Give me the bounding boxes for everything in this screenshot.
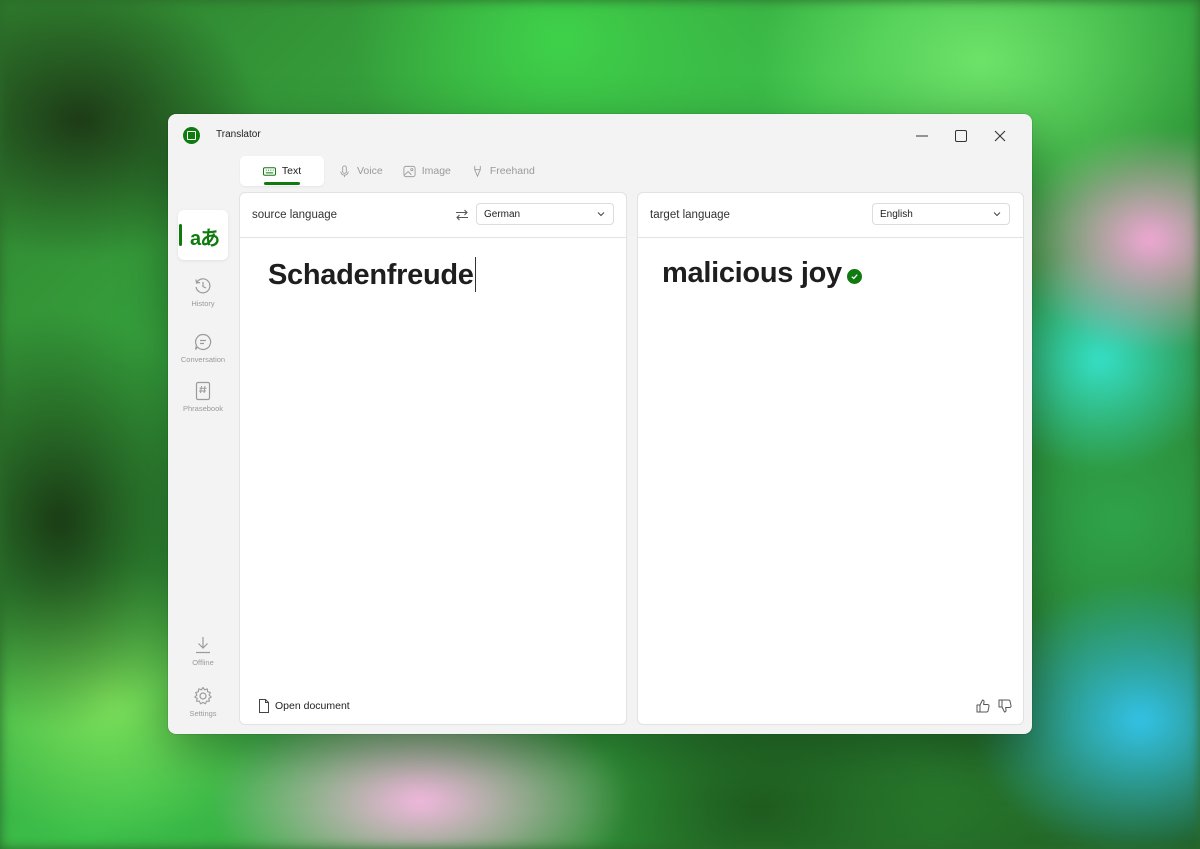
- rail-item-offline[interactable]: Offline: [178, 635, 228, 667]
- open-document-button[interactable]: Open document: [258, 699, 350, 713]
- rail-item-phrasebook[interactable]: Phrasebook: [178, 381, 228, 413]
- tab-text[interactable]: Text: [240, 156, 324, 186]
- source-language-label: source language: [252, 209, 338, 221]
- source-text: Schadenfreude: [268, 259, 474, 291]
- phrasebook-icon: [195, 381, 211, 401]
- target-language-value: English: [880, 208, 913, 220]
- microphone-icon: [340, 164, 349, 177]
- translation-output: malicious joy: [662, 257, 842, 289]
- thumbs-down-icon: [998, 699, 1012, 713]
- pen-icon: [474, 165, 481, 177]
- rail-item-label: Conversation: [180, 355, 226, 364]
- maximize-button[interactable]: [944, 122, 978, 150]
- tab-image[interactable]: Image: [393, 156, 461, 186]
- navigation-rail: aあ History Conversation Phrasebook Offli…: [168, 204, 238, 734]
- tab-text-label: Text: [281, 165, 302, 177]
- rail-item-history[interactable]: History: [178, 276, 228, 308]
- verified-check-icon: [847, 269, 862, 284]
- image-icon: [403, 165, 416, 177]
- rail-item-label: Phrasebook: [182, 404, 224, 413]
- swap-languages-icon[interactable]: [454, 207, 470, 223]
- text-caret: [474, 257, 477, 292]
- translator-window: Translator Text Voice Image Freehand aあ …: [168, 114, 1032, 734]
- rail-item-settings[interactable]: Settings: [178, 686, 228, 718]
- open-document-label: Open document: [275, 700, 350, 712]
- tab-voice[interactable]: Voice: [328, 156, 393, 186]
- feedback-buttons: [975, 698, 1013, 714]
- rail-item-label: History: [191, 299, 215, 308]
- thumbs-down-button[interactable]: [997, 698, 1013, 714]
- minimize-icon: [916, 135, 928, 137]
- rail-item-label: Offline: [192, 658, 214, 667]
- source-header: source language German: [240, 193, 626, 238]
- chat-icon: [194, 333, 212, 351]
- source-text-input[interactable]: Schadenfreude: [268, 257, 477, 292]
- download-icon: [196, 637, 210, 654]
- history-icon: [195, 278, 211, 294]
- rail-item-conversation[interactable]: Conversation: [178, 332, 228, 364]
- rail-item-label: Settings: [189, 709, 217, 718]
- maximize-icon: [955, 130, 967, 142]
- translate-icon: aあ: [190, 228, 220, 250]
- minimize-button[interactable]: [905, 122, 939, 150]
- app-logo-icon: [183, 127, 200, 144]
- source-language-select[interactable]: German: [476, 203, 614, 225]
- chevron-down-icon: [993, 212, 1001, 217]
- gear-icon: [194, 686, 212, 705]
- source-language-value: German: [484, 208, 521, 220]
- target-panel: target language English malicious joy: [637, 192, 1024, 725]
- close-button[interactable]: [983, 122, 1017, 150]
- document-icon: [259, 699, 269, 713]
- tab-freehand-label: Freehand: [489, 165, 535, 177]
- source-panel: source language German Schadenfreude Ope…: [239, 192, 627, 725]
- chevron-down-icon: [597, 212, 605, 217]
- target-language-label: target language: [650, 209, 730, 221]
- title-bar: Translator: [168, 114, 1032, 158]
- target-language-select[interactable]: English: [872, 203, 1010, 225]
- keyboard-icon: [262, 166, 276, 176]
- app-title: Translator: [216, 129, 261, 140]
- mode-tabs: Text Voice Image Freehand: [240, 156, 545, 186]
- target-header: target language English: [638, 193, 1023, 238]
- tab-image-label: Image: [421, 165, 451, 177]
- thumbs-up-button[interactable]: [975, 698, 991, 714]
- thumbs-up-icon: [976, 699, 990, 713]
- close-icon: [994, 130, 1006, 142]
- tab-voice-label: Voice: [357, 165, 383, 177]
- tab-freehand[interactable]: Freehand: [461, 156, 545, 186]
- rail-item-translate[interactable]: aあ: [178, 210, 228, 260]
